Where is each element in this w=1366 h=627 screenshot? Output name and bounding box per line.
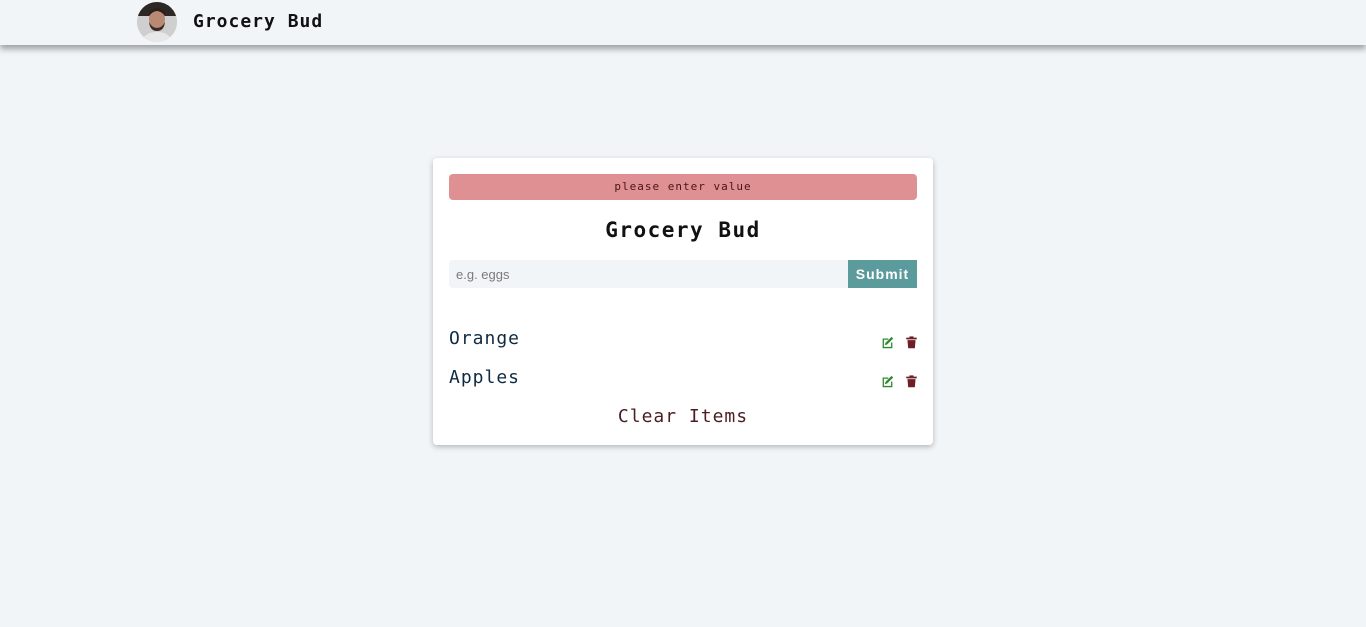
trash-icon[interactable] — [905, 334, 918, 349]
edit-icon[interactable] — [881, 373, 894, 388]
edit-icon[interactable] — [881, 334, 894, 349]
grocery-card: please enter value Grocery Bud Submit Or… — [433, 158, 933, 445]
page-title: Grocery Bud — [605, 218, 761, 242]
grocery-form: Submit — [449, 260, 917, 288]
avatar-image — [137, 2, 177, 42]
navbar: Grocery Bud — [0, 0, 1366, 45]
submit-button[interactable]: Submit — [848, 260, 917, 288]
nav-title: Grocery Bud — [193, 11, 324, 32]
item-label: Apples — [449, 367, 521, 388]
item-input[interactable] — [449, 260, 848, 288]
grocery-list: Orange Apples — [449, 326, 917, 404]
list-item: Apples — [449, 365, 917, 404]
trash-icon[interactable] — [905, 373, 918, 388]
clear-items-button[interactable]: Clear Items — [433, 405, 933, 429]
alert-message: please enter value — [449, 174, 917, 200]
list-item: Orange — [449, 326, 917, 365]
item-label: Orange — [449, 328, 521, 349]
avatar — [137, 2, 177, 42]
